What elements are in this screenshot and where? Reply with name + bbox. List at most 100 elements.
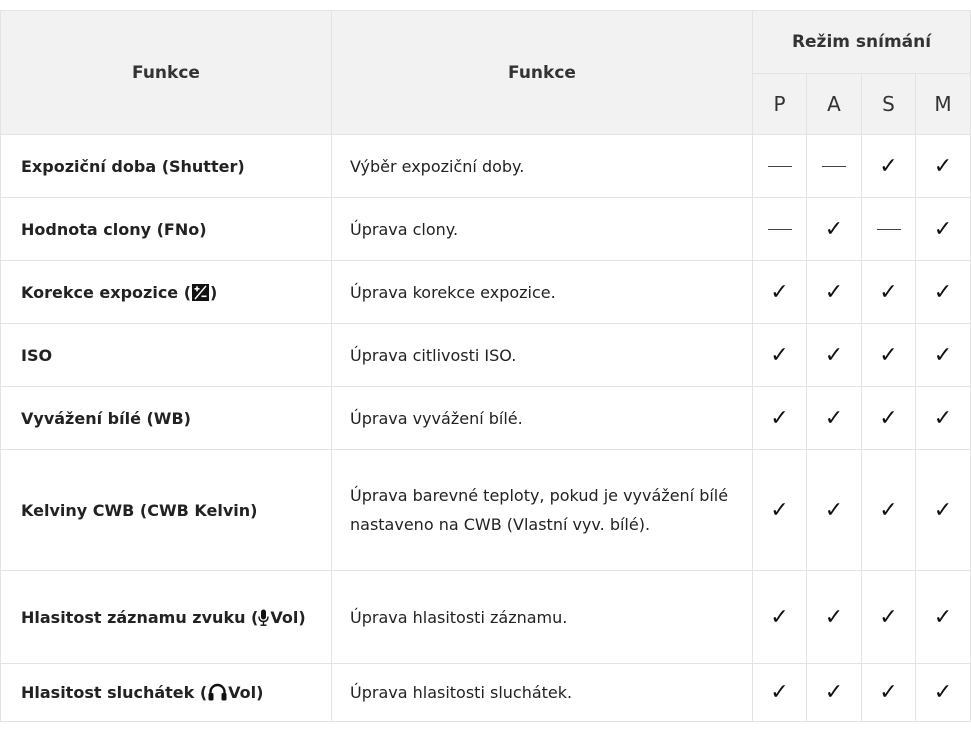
function-name: ISO	[0, 323, 332, 387]
checkmark-icon: ✓	[879, 342, 898, 368]
table-row: Vyvážení bílé (WB) Úprava vyvážení bílé.…	[0, 386, 971, 450]
mode-mark: ✓	[752, 386, 807, 450]
function-name-prefix: Hlasitost záznamu zvuku (	[21, 607, 259, 627]
checkmark-icon: ✓	[824, 279, 844, 305]
mode-mark: ✓	[914, 197, 971, 261]
function-description: Úprava barevné teploty, pokud je vyvážen…	[331, 449, 753, 571]
header-mode-m: M	[914, 73, 971, 135]
mode-mark: ✓	[861, 134, 916, 198]
header-shooting-mode: Režim snímání	[751, 10, 971, 74]
header-mode-p: P	[752, 73, 807, 135]
table-row: Hlasitost záznamu zvuku ( Vol) Úprava hla…	[0, 570, 971, 664]
table-row: Korekce expozice () Úprava korekce expoz…	[0, 260, 971, 324]
function-name-suffix: )	[210, 282, 218, 302]
checkmark-icon: ✓	[933, 405, 953, 431]
checkmark-icon: ✓	[879, 680, 898, 705]
checkmark-icon: ✓	[879, 153, 898, 179]
header-mode-a: A	[806, 73, 862, 135]
mode-mark: ✓	[806, 386, 862, 450]
table-row: Hodnota clony (FNo) Úprava clony. ✓ ✓	[0, 197, 971, 261]
mode-mark: ✓	[914, 260, 971, 324]
checkmark-icon: ✓	[933, 497, 953, 523]
mode-mark	[752, 134, 807, 198]
checkmark-icon: ✓	[770, 680, 789, 705]
checkmark-icon: ✓	[933, 680, 953, 705]
function-description: Úprava hlasitosti záznamu.	[331, 570, 753, 664]
table-row: Hlasitost sluchátek ( Vol) Úprava hlasito…	[0, 663, 971, 722]
header-function: Funkce	[0, 10, 332, 135]
mode-mark: ✓	[806, 197, 862, 261]
mode-mark	[806, 134, 862, 198]
mode-mark	[861, 197, 916, 261]
checkmark-icon: ✓	[933, 342, 953, 368]
mode-mark: ✓	[806, 323, 862, 387]
exposure-compensation-icon	[192, 283, 210, 301]
mode-mark: ✓	[806, 449, 862, 571]
checkmark-icon: ✓	[770, 604, 789, 630]
function-name: Kelviny CWB (CWB Kelvin)	[0, 449, 332, 571]
checkmark-icon: ✓	[933, 279, 953, 305]
mode-mark: ✓	[861, 663, 916, 722]
checkmark-icon: ✓	[770, 497, 789, 523]
mode-mark: ✓	[752, 663, 807, 722]
mode-mark: ✓	[752, 449, 807, 571]
checkmark-icon: ✓	[879, 405, 898, 431]
function-description: Úprava hlasitosti sluchátek.	[331, 663, 753, 722]
table-row: ISO Úprava citlivosti ISO. ✓ ✓ ✓ ✓	[0, 323, 971, 387]
table-row: Kelviny CWB (CWB Kelvin) Úprava barevné …	[0, 449, 971, 571]
function-name: Korekce expozice ()	[0, 260, 332, 324]
function-name: Hodnota clony (FNo)	[0, 197, 332, 261]
mode-mark: ✓	[914, 323, 971, 387]
header-mode-s: S	[861, 73, 916, 135]
function-name: Vyvážení bílé (WB)	[0, 386, 332, 450]
function-description: Úprava citlivosti ISO.	[331, 323, 753, 387]
mode-mark: ✓	[806, 663, 862, 722]
function-description: Úprava clony.	[331, 197, 753, 261]
mode-mark: ✓	[752, 323, 807, 387]
checkmark-icon: ✓	[879, 497, 898, 523]
function-name: Hlasitost sluchátek ( Vol)	[0, 663, 332, 722]
function-description: Výběr expoziční doby.	[331, 134, 753, 198]
function-name-prefix: Hlasitost sluchátek (	[21, 683, 208, 702]
checkmark-icon: ✓	[933, 604, 953, 630]
checkmark-icon: ✓	[770, 342, 789, 368]
mode-mark: ✓	[752, 570, 807, 664]
function-name-suffix: Vol)	[270, 607, 306, 627]
checkmark-icon: ✓	[824, 497, 844, 523]
mode-mark: ✓	[861, 323, 916, 387]
dash-icon	[876, 229, 901, 230]
mode-mark: ✓	[861, 260, 916, 324]
mode-mark: ✓	[806, 260, 862, 324]
checkmark-icon: ✓	[824, 216, 844, 242]
table-row: Expoziční doba (Shutter) Výběr expoziční…	[0, 134, 971, 198]
microphone-icon	[258, 609, 270, 626]
shooting-mode-function-table: Funkce Funkce Režim snímání P A S M Expo…	[0, 10, 971, 722]
mode-mark: ✓	[806, 570, 862, 664]
function-name: Expoziční doba (Shutter)	[0, 134, 332, 198]
dash-icon	[767, 229, 792, 230]
mode-mark: ✓	[914, 449, 971, 571]
checkmark-icon: ✓	[933, 216, 953, 242]
function-name-prefix: Korekce expozice (	[21, 282, 192, 302]
checkmark-icon: ✓	[824, 604, 844, 630]
checkmark-icon: ✓	[933, 153, 953, 179]
checkmark-icon: ✓	[824, 405, 844, 431]
function-name: Hlasitost záznamu zvuku ( Vol)	[0, 570, 332, 664]
header-description: Funkce	[331, 10, 753, 135]
function-description: Úprava vyvážení bílé.	[331, 386, 753, 450]
mode-mark: ✓	[861, 570, 916, 664]
checkmark-icon: ✓	[824, 680, 844, 705]
mode-mark: ✓	[914, 134, 971, 198]
mode-mark	[752, 197, 807, 261]
checkmark-icon: ✓	[824, 342, 844, 368]
mode-mark: ✓	[752, 260, 807, 324]
function-name-suffix: Vol)	[228, 683, 264, 702]
checkmark-icon: ✓	[879, 279, 898, 305]
mode-mark: ✓	[914, 386, 971, 450]
headphones-icon	[208, 683, 227, 701]
mode-mark: ✓	[914, 570, 971, 664]
checkmark-icon: ✓	[879, 604, 898, 630]
mode-mark: ✓	[914, 663, 971, 722]
mode-mark: ✓	[861, 449, 916, 571]
checkmark-icon: ✓	[770, 405, 789, 431]
